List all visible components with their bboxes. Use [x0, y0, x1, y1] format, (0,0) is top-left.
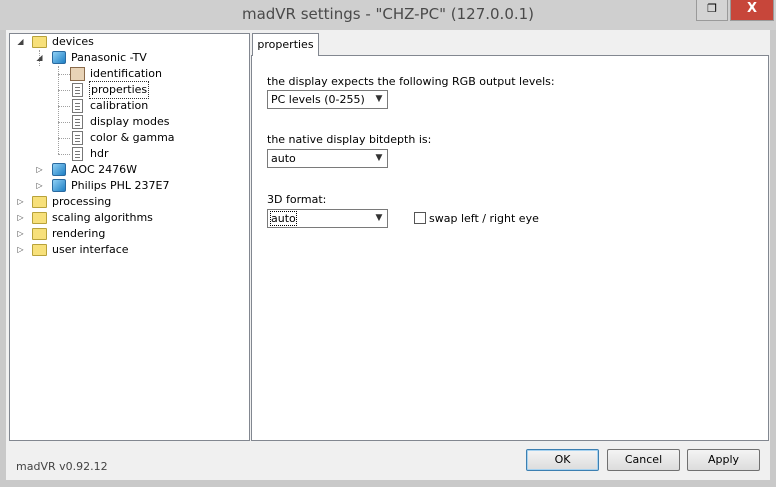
- version-label: madVR v0.92.12: [16, 460, 108, 473]
- folder-icon: [32, 212, 47, 224]
- close-button[interactable]: X: [730, 0, 774, 21]
- identification-icon: [70, 67, 85, 81]
- tree-item-label: processing: [52, 195, 112, 208]
- tree-item-display-modes[interactable]: display modes: [10, 114, 247, 130]
- tree-item-scaling-algorithms[interactable]: ▷ scaling algorithms: [10, 210, 247, 226]
- tree-item-label: identification: [90, 67, 162, 80]
- folder-icon: [32, 196, 47, 208]
- swap-eyes-checkbox[interactable]: [414, 212, 426, 224]
- tree-item-user-interface[interactable]: ▷ user interface: [10, 242, 247, 258]
- tree-item-color-gamma[interactable]: color & gamma: [10, 130, 247, 146]
- properties-panel: the display expects the following RGB ou…: [251, 55, 769, 441]
- chevron-down-icon: ▼: [375, 153, 383, 163]
- client-area: ◢ devices ◢ Panasonic -TV identification…: [6, 30, 770, 480]
- chevron-down-icon: ▼: [375, 213, 383, 223]
- tree-item-label: Philips PHL 237E7: [71, 179, 170, 192]
- bitdepth-value: auto: [271, 152, 296, 165]
- tree-item-label: rendering: [52, 227, 106, 240]
- collapse-icon[interactable]: ◢: [16, 34, 25, 50]
- collapse-icon[interactable]: ◢: [35, 50, 44, 66]
- rgb-levels-select[interactable]: PC levels (0-255) ▼: [267, 90, 388, 109]
- restore-icon: ❐: [707, 2, 717, 15]
- bitdepth-select[interactable]: auto ▼: [267, 149, 388, 168]
- rgb-levels-value: PC levels (0-255): [271, 93, 365, 106]
- monitor-icon: [52, 163, 66, 176]
- tree-item-label: calibration: [90, 99, 149, 112]
- page-icon: [72, 147, 83, 161]
- tree-item-aoc-2476w[interactable]: ▷ AOC 2476W: [10, 162, 247, 178]
- tree-item-processing[interactable]: ▷ processing: [10, 194, 247, 210]
- page-icon: [72, 131, 83, 145]
- tab-properties[interactable]: properties: [252, 33, 319, 56]
- tree-item-label: hdr: [90, 147, 109, 160]
- apply-button[interactable]: Apply: [687, 449, 760, 471]
- swap-eyes-label[interactable]: swap left / right eye: [429, 212, 539, 225]
- format-3d-select[interactable]: auto ▼: [267, 209, 388, 228]
- tree-item-label: display modes: [90, 115, 170, 128]
- restore-button[interactable]: ❐: [696, 0, 728, 21]
- tree-item-label: color & gamma: [90, 131, 175, 144]
- tree-item-philips-phl-237e7[interactable]: ▷ Philips PHL 237E7: [10, 178, 247, 194]
- tree-item-identification[interactable]: identification: [10, 66, 247, 82]
- settings-tree[interactable]: ◢ devices ◢ Panasonic -TV identification…: [9, 33, 250, 441]
- format-3d-value: auto: [270, 211, 297, 226]
- page-icon: [72, 115, 83, 129]
- format-3d-label: 3D format:: [267, 193, 327, 206]
- expand-icon[interactable]: ▷: [16, 194, 25, 210]
- cancel-button[interactable]: Cancel: [607, 449, 680, 471]
- tree-item-devices[interactable]: ◢ devices: [10, 34, 247, 50]
- expand-icon[interactable]: ▷: [35, 178, 44, 194]
- monitor-icon: [52, 51, 66, 64]
- ok-button[interactable]: OK: [526, 449, 599, 471]
- folder-icon: [32, 244, 47, 256]
- window-title: madVR settings - "CHZ-PC" (127.0.0.1): [241, 5, 535, 23]
- tree-item-label: Panasonic -TV: [71, 51, 147, 64]
- rgb-levels-label: the display expects the following RGB ou…: [267, 75, 555, 88]
- page-icon: [72, 83, 83, 97]
- tree-item-calibration[interactable]: calibration: [10, 98, 247, 114]
- monitor-icon: [52, 179, 66, 192]
- tree-item-rendering[interactable]: ▷ rendering: [10, 226, 247, 242]
- expand-icon[interactable]: ▷: [35, 162, 44, 178]
- chevron-down-icon: ▼: [375, 94, 383, 104]
- bitdepth-label: the native display bitdepth is:: [267, 133, 432, 146]
- tree-item-properties[interactable]: properties: [10, 81, 247, 99]
- tree-item-panasonic-tv[interactable]: ◢ Panasonic -TV: [10, 50, 247, 66]
- folder-icon: [32, 36, 47, 48]
- expand-icon[interactable]: ▷: [16, 210, 25, 226]
- tree-item-label: scaling algorithms: [52, 211, 153, 224]
- expand-icon[interactable]: ▷: [16, 226, 25, 242]
- tree-item-label: properties: [88, 81, 150, 99]
- title-bar[interactable]: madVR settings - "CHZ-PC" (127.0.0.1) ❐ …: [0, 0, 776, 30]
- madvr-settings-window: madVR settings - "CHZ-PC" (127.0.0.1) ❐ …: [0, 0, 776, 487]
- tree-item-label: user interface: [52, 243, 129, 256]
- tree-item-hdr[interactable]: hdr: [10, 146, 247, 162]
- tree-item-label: AOC 2476W: [71, 163, 138, 176]
- expand-icon[interactable]: ▷: [16, 242, 25, 258]
- tree-item-label: devices: [52, 35, 94, 48]
- folder-icon: [32, 228, 47, 240]
- page-icon: [72, 99, 83, 113]
